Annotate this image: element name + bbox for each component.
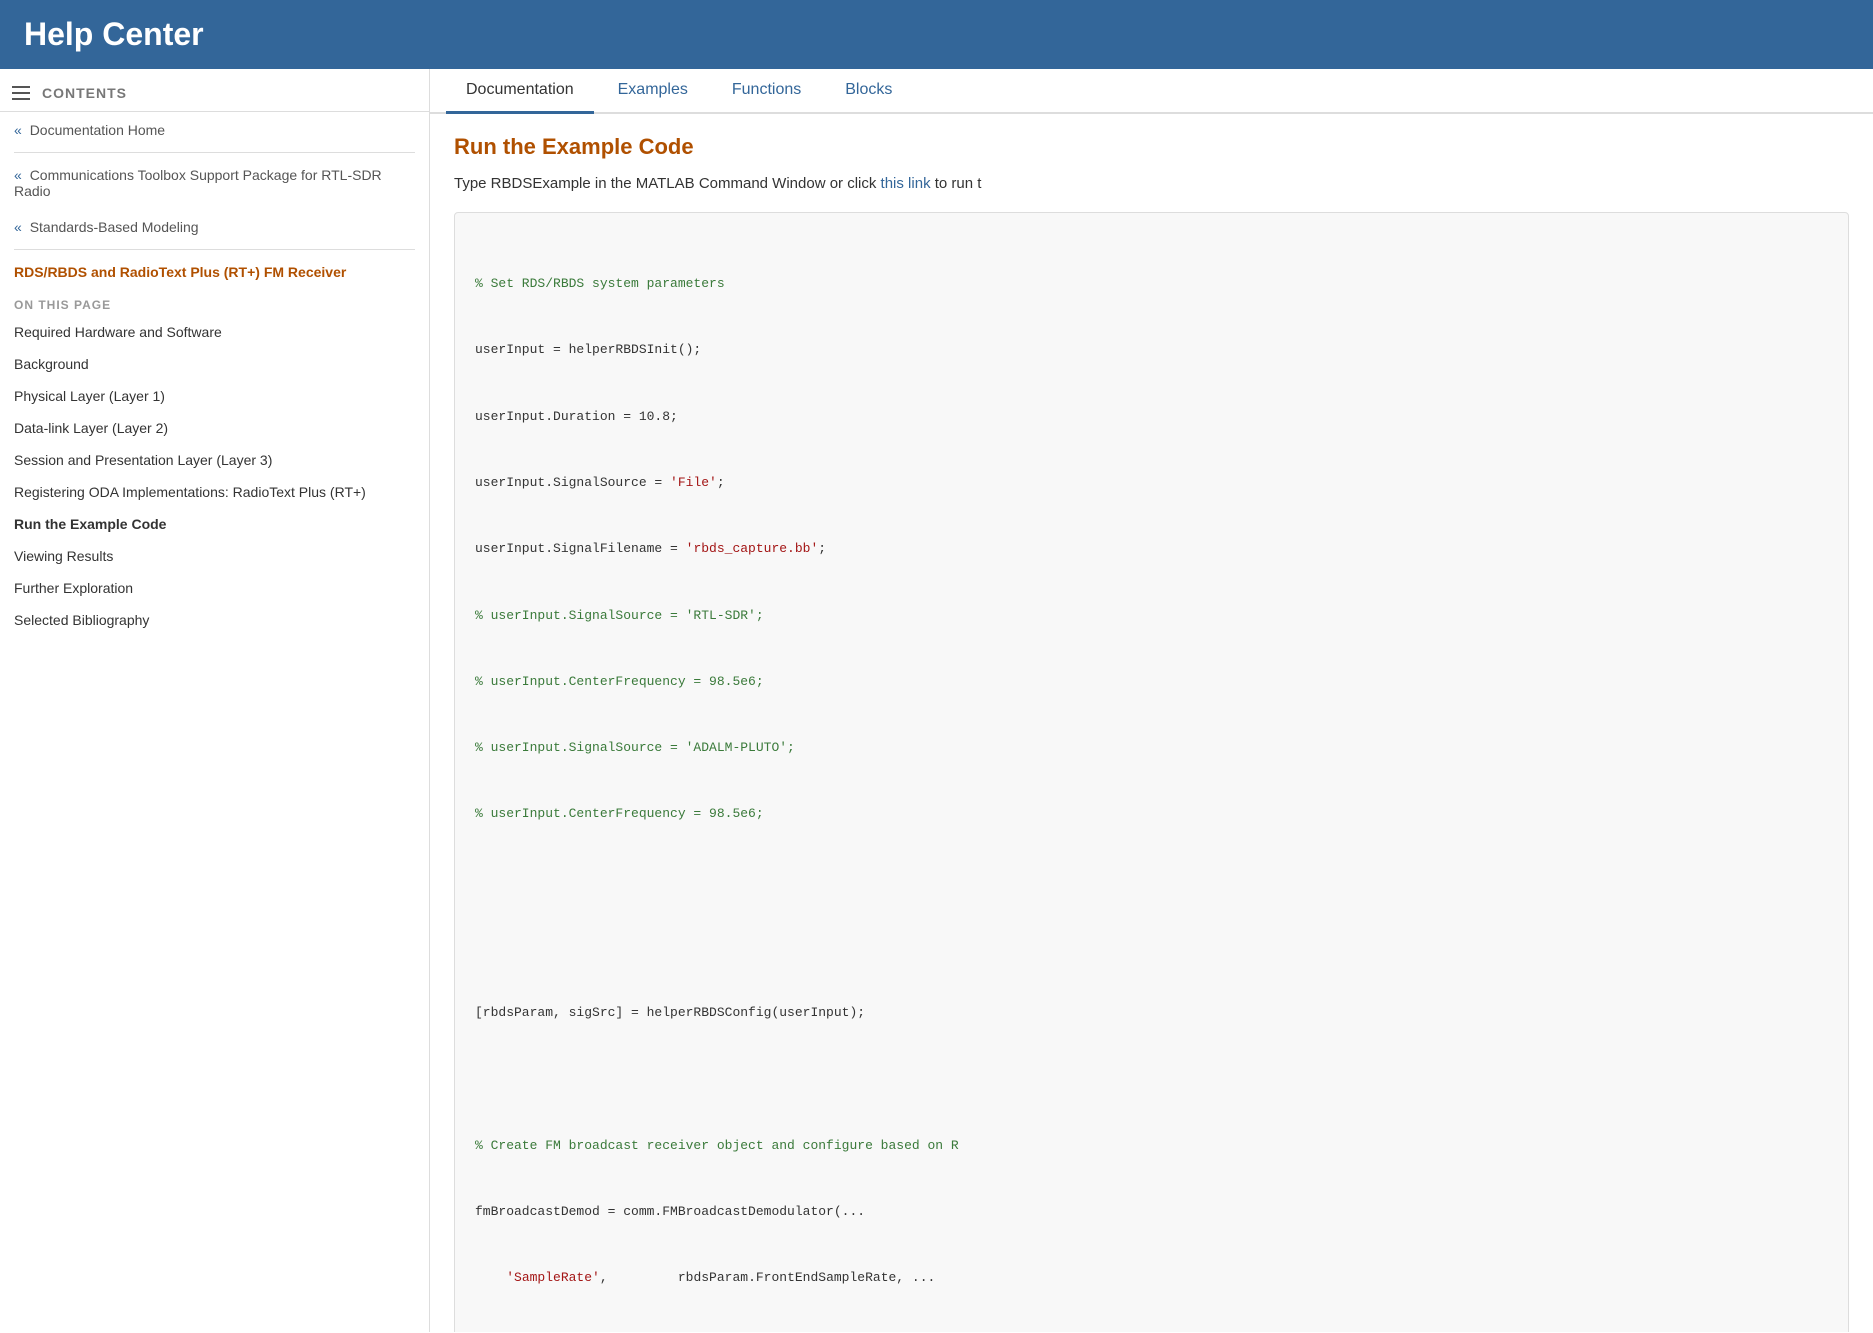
sidebar-item-selected-bibliography[interactable]: Selected Bibliography <box>0 604 429 636</box>
app-title: Help Center <box>24 16 204 53</box>
code-block: % Set RDS/RBDS system parameters userInp… <box>454 212 1849 1332</box>
chevron-icon-2: « <box>14 167 22 183</box>
code-line-7: % userInput.CenterFrequency = 98.5e6; <box>475 671 1828 693</box>
sidebar-header: CONTENTS <box>0 69 429 112</box>
code-line-6: % userInput.SignalSource = 'RTL-SDR'; <box>475 605 1828 627</box>
chevron-icon: « <box>14 122 22 138</box>
chevron-icon-3: « <box>14 219 22 235</box>
code-line-empty-3 <box>475 1069 1828 1091</box>
layout: CONTENTS « Documentation Home « Communic… <box>0 69 1873 1332</box>
on-this-page-label: ON THIS PAGE <box>0 290 429 316</box>
main-content: Run the Example Code Type RBDSExample in… <box>430 114 1873 1332</box>
code-line-8: % userInput.SignalSource = 'ADALM-PLUTO'… <box>475 737 1828 759</box>
main-panel: Documentation Examples Functions Blocks … <box>430 69 1873 1332</box>
code-line-3: userInput.Duration = 10.8; <box>475 406 1828 428</box>
code-line-1: % Set RDS/RBDS system parameters <box>475 273 1828 295</box>
this-link[interactable]: this link <box>881 175 931 192</box>
sidebar-item-run-example[interactable]: Run the Example Code <box>0 508 429 540</box>
sidebar-nav: « Documentation Home « Communications To… <box>0 112 429 636</box>
hamburger-icon[interactable] <box>12 86 30 100</box>
code-line-12: fmBroadcastDemod = comm.FMBroadcastDemod… <box>475 1201 1828 1223</box>
intro-text-after: to run t <box>931 175 982 192</box>
sidebar-item-viewing-results[interactable]: Viewing Results <box>0 540 429 572</box>
code-line-13: 'SampleRate', rbdsParam.FrontEndSampleRa… <box>475 1267 1828 1289</box>
sidebar-item-comm-toolbox[interactable]: « Communications Toolbox Support Package… <box>0 157 429 209</box>
code-line-10: [rbdsParam, sigSrc] = helperRBDSConfig(u… <box>475 1002 1828 1024</box>
sidebar-item-further-exploration[interactable]: Further Exploration <box>0 572 429 604</box>
sidebar-item-physical-layer[interactable]: Physical Layer (Layer 1) <box>0 380 429 412</box>
sidebar-item-doc-home[interactable]: « Documentation Home <box>0 112 429 148</box>
code-line-empty-1 <box>475 870 1828 892</box>
intro-paragraph: Type RBDSExample in the MATLAB Command W… <box>454 172 1849 196</box>
sidebar-item-standards[interactable]: « Standards-Based Modeling <box>0 209 429 245</box>
tab-documentation[interactable]: Documentation <box>446 69 594 114</box>
sidebar-item-required-hw[interactable]: Required Hardware and Software <box>0 316 429 348</box>
header: Help Center <box>0 0 1873 69</box>
tab-blocks[interactable]: Blocks <box>825 69 912 114</box>
sidebar-current-title: RDS/RBDS and RadioText Plus (RT+) FM Rec… <box>0 254 429 290</box>
code-line-9: % userInput.CenterFrequency = 98.5e6; <box>475 803 1828 825</box>
sidebar-item-session-layer[interactable]: Session and Presentation Layer (Layer 3) <box>0 444 429 476</box>
code-line-empty-2 <box>475 936 1828 958</box>
tab-examples[interactable]: Examples <box>598 69 708 114</box>
sidebar-item-registering-oda[interactable]: Registering ODA Implementations: RadioTe… <box>0 476 429 508</box>
code-line-5: userInput.SignalFilename = 'rbds_capture… <box>475 538 1828 560</box>
code-line-11: % Create FM broadcast receiver object an… <box>475 1135 1828 1157</box>
code-line-2: userInput = helperRBDSInit(); <box>475 339 1828 361</box>
tab-functions[interactable]: Functions <box>712 69 821 114</box>
sidebar-divider-1 <box>14 152 415 153</box>
sidebar-divider-2 <box>14 249 415 250</box>
intro-text-before: Type RBDSExample in the MATLAB Command W… <box>454 175 881 192</box>
code-line-4: userInput.SignalSource = 'File'; <box>475 472 1828 494</box>
sidebar-item-background[interactable]: Background <box>0 348 429 380</box>
tabs-bar: Documentation Examples Functions Blocks <box>430 69 1873 114</box>
sidebar-item-data-link[interactable]: Data-link Layer (Layer 2) <box>0 412 429 444</box>
sidebar: CONTENTS « Documentation Home « Communic… <box>0 69 430 1332</box>
contents-label: CONTENTS <box>42 85 127 101</box>
section-heading: Run the Example Code <box>454 134 1849 160</box>
